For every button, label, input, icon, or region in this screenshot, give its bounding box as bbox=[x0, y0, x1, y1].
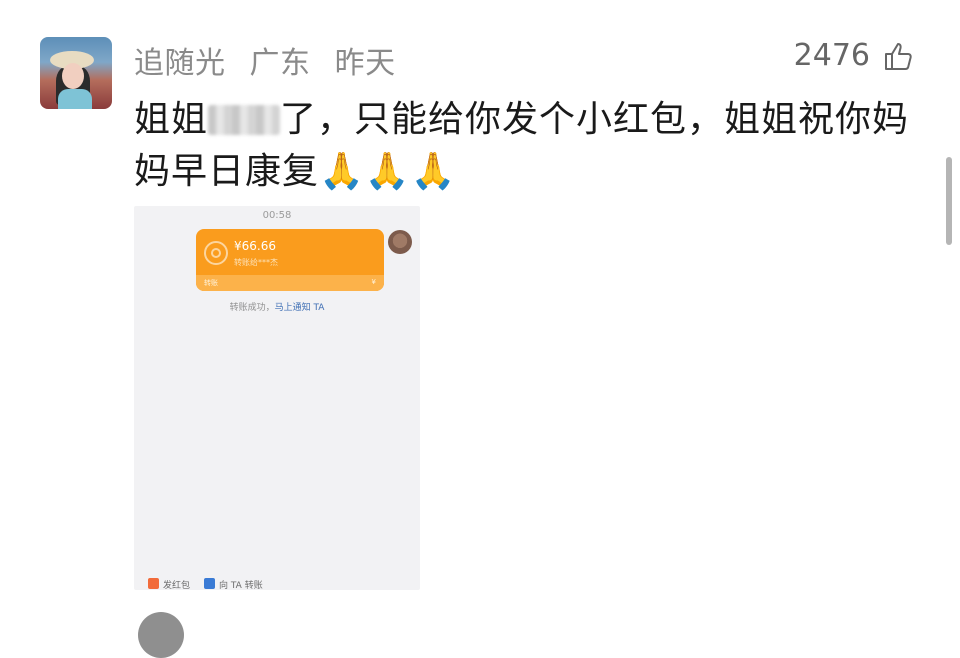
attached-screenshot[interactable]: 00:58 ¥66.66 转账给***杰 转账 ¥ 转账成功，马上通知 TA 发… bbox=[134, 206, 420, 590]
praying-hands-emoji: 🙏🙏🙏 bbox=[319, 151, 457, 192]
transfer-success-text: 转账成功， bbox=[229, 303, 275, 313]
transfer-amount: ¥66.66 bbox=[234, 239, 276, 253]
screenshot-bottom-bar: 发红包 向 TA 转账 bbox=[148, 578, 263, 590]
location: 广东 bbox=[249, 46, 311, 81]
transfer-action-label: 向 TA 转账 bbox=[219, 581, 263, 590]
screenshot-avatar bbox=[388, 230, 412, 254]
transfer-card: ¥66.66 转账给***杰 转账 ¥ bbox=[196, 229, 384, 291]
blurred-text bbox=[208, 105, 281, 135]
comment-text-start: 姐姐 bbox=[134, 99, 209, 140]
red-packet-label: 发红包 bbox=[163, 581, 191, 590]
coin-icon bbox=[204, 241, 228, 265]
notify-link: 马上通知 TA bbox=[274, 303, 325, 313]
avatar-face bbox=[62, 63, 84, 89]
thumbs-up-icon bbox=[885, 42, 912, 70]
screenshot-time: 00:58 bbox=[262, 210, 292, 221]
next-comment-avatar[interactable] bbox=[138, 612, 184, 658]
red-packet-icon bbox=[148, 578, 159, 589]
comment-text: 姐姐 了，只能给你发个小红包，姐姐祝你妈妈早日康复🙏🙏🙏 bbox=[134, 94, 934, 198]
comment-time: 昨天 bbox=[334, 46, 396, 81]
transfer-card-footer: 转账 ¥ bbox=[196, 275, 384, 291]
username[interactable]: 追随光 bbox=[134, 46, 226, 81]
transfer-action: 向 TA 转账 bbox=[204, 578, 263, 590]
transfer-label: 转账 bbox=[204, 279, 218, 287]
user-avatar[interactable] bbox=[40, 37, 112, 109]
transfer-currency: ¥ bbox=[371, 278, 376, 286]
transfer-icon bbox=[204, 578, 216, 589]
scrollbar[interactable] bbox=[946, 157, 952, 245]
red-packet-action: 发红包 bbox=[148, 578, 190, 590]
like-button[interactable]: 2476 bbox=[794, 38, 914, 73]
transfer-notice: 转账成功，马上通知 TA bbox=[134, 300, 420, 313]
like-count: 2476 bbox=[793, 38, 870, 73]
comment-meta: 追随光 广东 昨天 bbox=[134, 38, 410, 82]
avatar-body bbox=[58, 89, 92, 109]
transfer-recipient: 转账给***杰 bbox=[234, 258, 278, 267]
